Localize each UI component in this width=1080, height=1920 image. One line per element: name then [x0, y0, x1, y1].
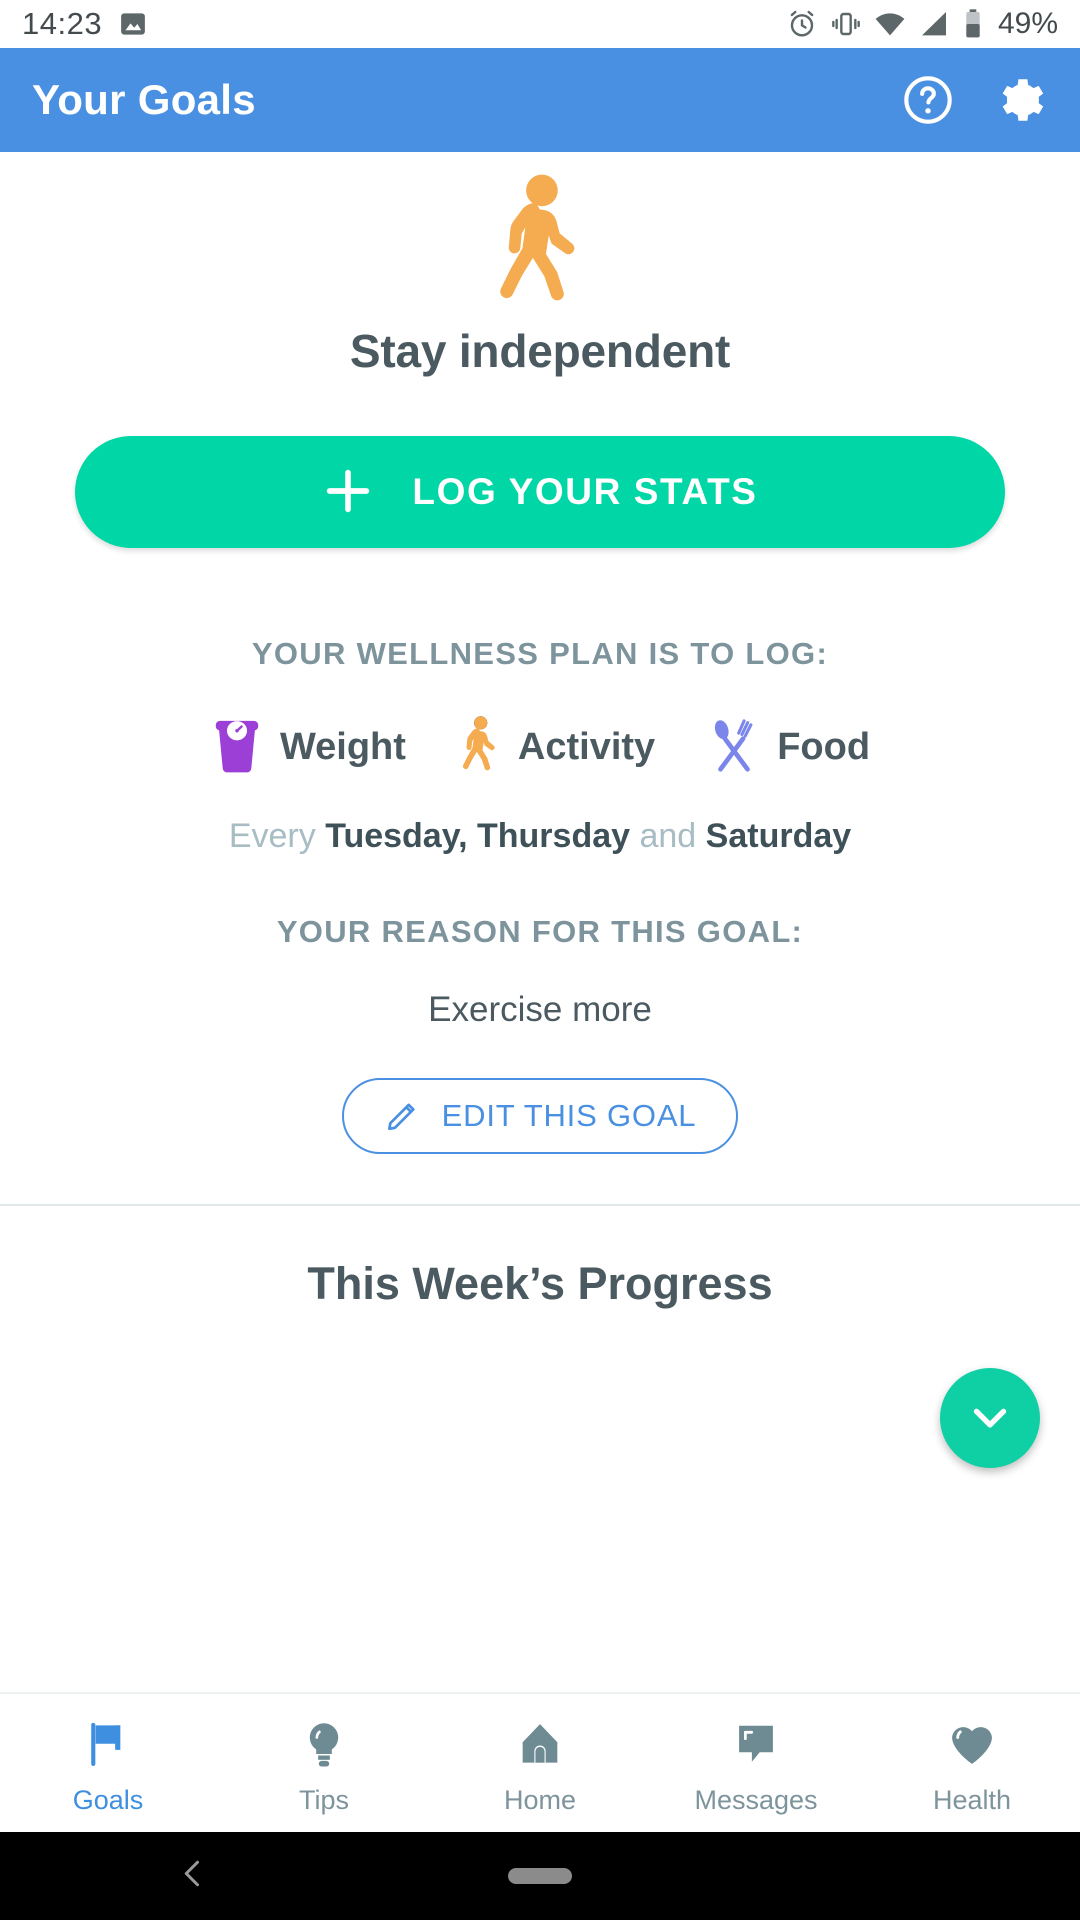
alarm-icon: [786, 8, 818, 40]
edit-this-goal-button[interactable]: EDIT THIS GOAL: [341, 1078, 739, 1154]
wellness-plan-items: Weight Activity Food: [0, 716, 1080, 779]
status-bar-right: 49%: [786, 7, 1058, 41]
plan-item-activity: Activity: [458, 716, 655, 779]
nav-label-messages: Messages: [694, 1785, 818, 1815]
nav-item-home[interactable]: Home: [432, 1694, 648, 1832]
wifi-icon: [874, 8, 906, 40]
app-bar-actions: [900, 72, 1048, 128]
status-time: 14:23: [22, 6, 103, 41]
nav-item-health[interactable]: Health: [864, 1694, 1080, 1832]
cutlery-icon: [707, 716, 761, 779]
wellness-plan-heading: YOUR WELLNESS PLAN IS TO LOG:: [251, 636, 829, 671]
app-bar: Your Goals: [0, 48, 1080, 152]
back-chevron-icon[interactable]: [175, 1856, 211, 1897]
schedule-text: Every Tuesday, Thursday and Saturday: [0, 817, 1080, 856]
system-navigation-bar: [0, 1832, 1080, 1920]
edit-goal-label: EDIT THIS GOAL: [441, 1098, 697, 1133]
status-bar-left: 14:23: [22, 6, 148, 42]
schedule-prefix: Every: [228, 817, 316, 855]
goal-title: Stay independent: [349, 325, 731, 377]
scale-icon: [210, 716, 264, 779]
battery-icon: [962, 8, 984, 40]
heart-icon: [946, 1718, 998, 1775]
signal-icon: [918, 8, 950, 40]
main-content: Stay independent LOG YOUR STATS YOUR WEL…: [0, 152, 1080, 1692]
plan-label-weight: Weight: [279, 726, 406, 768]
walking-person-icon: [458, 716, 502, 779]
edit-goal-section: EDIT THIS GOAL: [0, 1078, 1080, 1154]
nav-label-tips: Tips: [298, 1785, 349, 1815]
image-icon: [118, 9, 148, 39]
nav-item-tips[interactable]: Tips: [216, 1694, 432, 1832]
hero-section: Stay independent: [0, 152, 1080, 378]
progress-heading: This Week’s Progress: [307, 1258, 773, 1309]
battery-percent: 49%: [997, 7, 1058, 40]
home-icon: [514, 1718, 566, 1775]
walking-person-icon: [480, 174, 600, 314]
log-stats-section: LOG YOUR STATS: [0, 378, 1080, 548]
bottom-navigation-bar: Goals Tips Home Messages Health: [0, 1692, 1080, 1832]
nav-item-messages[interactable]: Messages: [648, 1694, 864, 1832]
plan-label-activity: Activity: [517, 726, 656, 768]
log-stats-label: LOG YOUR STATS: [412, 471, 758, 512]
schedule-days-secondary: Saturday: [705, 817, 852, 855]
log-your-stats-button[interactable]: LOG YOUR STATS: [75, 436, 1005, 548]
lightbulb-icon: [298, 1718, 350, 1775]
nav-label-health: Health: [932, 1785, 1012, 1815]
plus-icon: [322, 465, 374, 520]
plan-item-weight: Weight: [210, 716, 406, 779]
expand-collapse-fab[interactable]: [940, 1368, 1040, 1468]
nav-item-goals[interactable]: Goals: [0, 1694, 216, 1832]
nav-label-home: Home: [503, 1785, 577, 1815]
help-circle-icon[interactable]: [900, 72, 956, 128]
plan-item-food: Food: [707, 716, 870, 779]
gear-icon[interactable]: [992, 72, 1048, 128]
vibrate-icon: [830, 8, 862, 40]
chevron-down-icon: [963, 1390, 1017, 1447]
section-divider: [0, 1204, 1080, 1206]
status-bar: 14:23 49%: [0, 0, 1080, 48]
home-pill-handle[interactable]: [508, 1868, 572, 1884]
page-title: Your Goals: [32, 76, 256, 123]
reason-heading: YOUR REASON FOR THIS GOAL:: [276, 914, 804, 949]
schedule-days-primary: Tuesday, Thursday: [325, 817, 631, 855]
plan-label-food: Food: [777, 726, 871, 768]
pencil-icon: [384, 1096, 422, 1137]
flag-icon: [82, 1718, 134, 1775]
schedule-conjunction: and: [639, 817, 697, 855]
speech-bubble-icon: [730, 1718, 782, 1775]
reason-text: Exercise more: [428, 990, 652, 1029]
app-screen: 14:23 49% Your Goals Stay independent LO…: [0, 0, 1080, 1920]
nav-label-goals: Goals: [72, 1785, 144, 1815]
